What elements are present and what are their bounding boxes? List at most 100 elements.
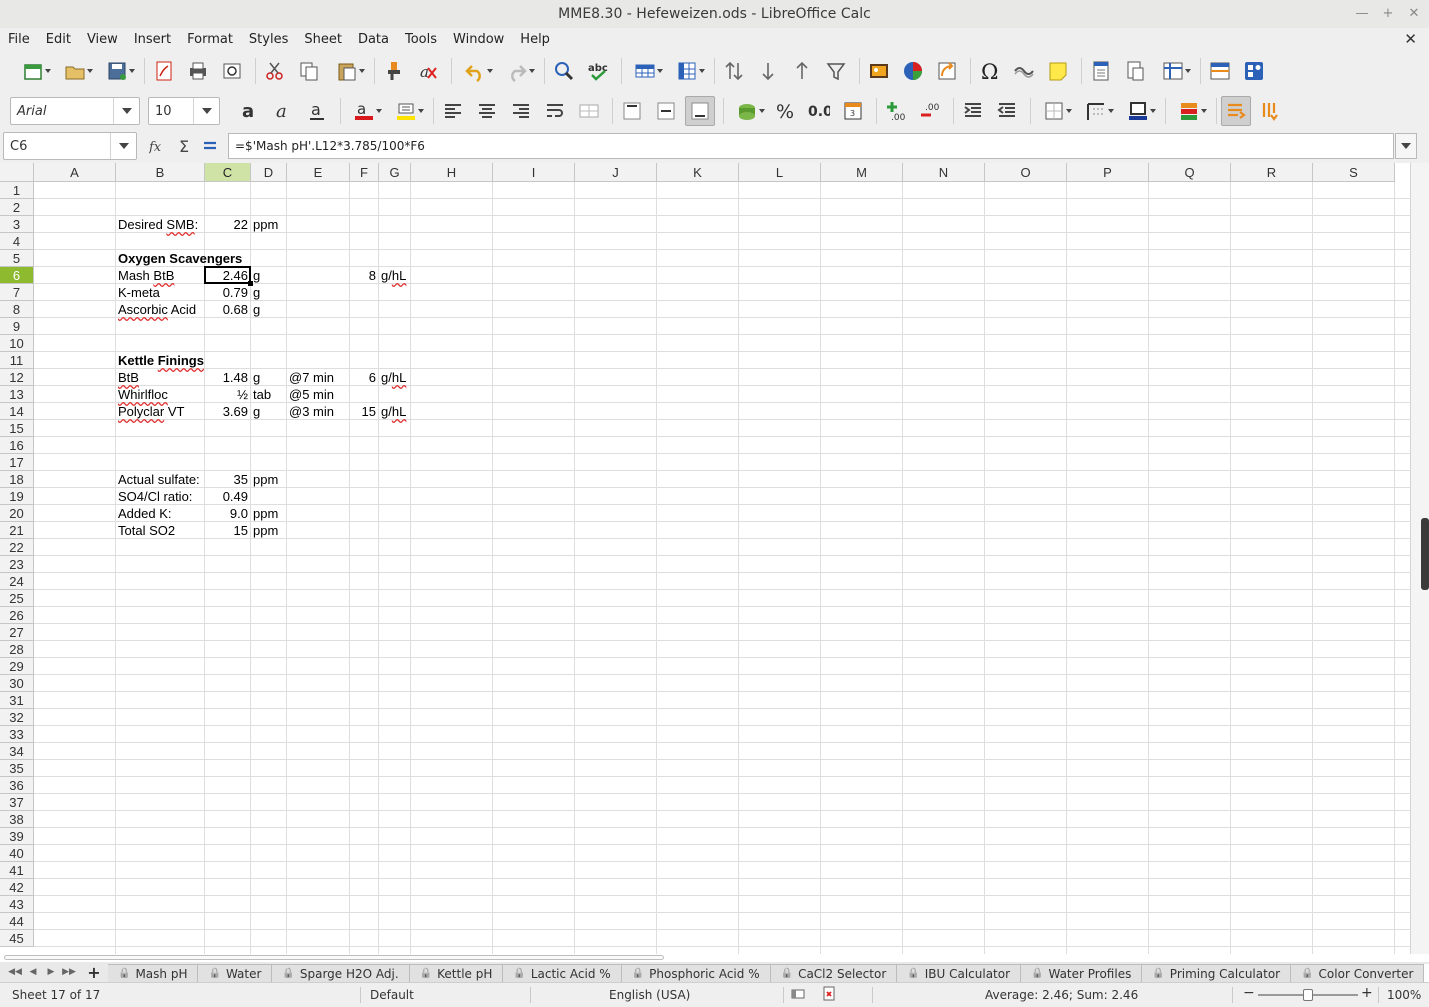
row-header-31[interactable]: 31 [0,692,34,709]
sheet-tab-water[interactable]: 🔒 Water [198,964,273,982]
menu-insert[interactable]: Insert [126,32,179,47]
cell-f12[interactable]: 6 [350,369,378,386]
cell-c13[interactable]: ½ [205,386,250,403]
column-icon[interactable] [668,56,706,86]
column-header-r[interactable]: R [1231,163,1313,182]
cell-c21[interactable]: 15 [205,522,250,539]
row-header-38[interactable]: 38 [0,811,34,828]
open-folder-icon[interactable] [56,56,94,86]
merge-cells-icon[interactable] [574,96,604,126]
menu-edit[interactable]: Edit [38,32,79,47]
cell-c18[interactable]: 35 [205,471,250,488]
column-header-b[interactable]: B [116,163,205,182]
sheet-tab-color-converter[interactable]: 🔒 Color Converter [1291,964,1425,982]
column-header-i[interactable]: I [493,163,575,182]
date-format-icon[interactable]: 3 [838,96,868,126]
column-header-e[interactable]: E [287,163,350,182]
column-header-c[interactable]: C [205,163,251,182]
print-preview-icon[interactable] [217,56,247,86]
row-header-37[interactable]: 37 [0,794,34,811]
highlight-color-icon[interactable] [387,96,425,126]
sheet-tab-cacl2-selector[interactable]: 🔒 CaCl2 Selector [770,964,898,982]
sheet-tab-lob[interactable]: LOB [1424,964,1429,982]
clone-formatting-icon[interactable] [379,56,409,86]
row-header-2[interactable]: 2 [0,199,34,216]
cell-d8[interactable]: g [251,301,551,318]
maximize-icon[interactable]: + [1379,4,1397,22]
find-replace-icon[interactable] [549,56,579,86]
column-header-q[interactable]: Q [1149,163,1231,182]
currency-format-icon[interactable] [728,96,766,126]
row-header-6[interactable]: 6 [0,267,34,284]
formula-equals-icon[interactable] [200,136,220,156]
insert-chart-icon[interactable] [898,56,928,86]
row-header-40[interactable]: 40 [0,845,34,862]
decrease-indent-icon[interactable] [992,96,1022,126]
sort-icon[interactable] [719,56,749,86]
paste-icon[interactable] [328,56,366,86]
row-header-21[interactable]: 21 [0,522,34,539]
chevron-down-icon[interactable] [110,133,136,159]
expand-formula-bar-icon[interactable] [1395,133,1417,159]
cell-c19[interactable]: 0.49 [205,488,250,505]
freeze-rows-columns-icon[interactable] [1154,56,1192,86]
row-header-18[interactable]: 18 [0,471,34,488]
align-left-icon[interactable] [438,96,468,126]
cell-d3[interactable]: ppm [251,216,551,233]
row-header-36[interactable]: 36 [0,777,34,794]
zoom-slider-knob[interactable] [1303,989,1313,1001]
close-icon[interactable]: ✕ [1405,4,1423,22]
minimize-icon[interactable]: — [1353,4,1371,22]
row-header-24[interactable]: 24 [0,573,34,590]
text-direction-ttb-icon[interactable] [1255,96,1285,126]
cell-c14[interactable]: 3.69 [205,403,250,420]
cell-d20[interactable]: ppm [251,505,551,522]
cell-g12[interactable]: g/hL [379,369,679,386]
row-header-4[interactable]: 4 [0,233,34,250]
row-header-8[interactable]: 8 [0,301,34,318]
row-header-41[interactable]: 41 [0,862,34,879]
redo-icon[interactable] [498,56,536,86]
column-header-f[interactable]: F [350,163,379,182]
delete-decimal-place-icon[interactable]: .00 [915,96,945,126]
zoom-slider[interactable] [1258,989,1358,1001]
column-header-h[interactable]: H [411,163,493,182]
next-sheet-icon[interactable]: ▶ [44,967,58,977]
borders-icon[interactable] [1035,96,1073,126]
spelling-icon[interactable]: abc [583,56,613,86]
zoom-out-icon[interactable]: − [1243,985,1255,1001]
menu-file[interactable]: File [0,32,38,47]
sum-icon[interactable]: Σ [174,136,194,156]
center-vertically-icon[interactable] [651,96,681,126]
column-header-p[interactable]: P [1067,163,1149,182]
sort-ascending-icon[interactable] [753,56,783,86]
cell-f14[interactable]: 15 [350,403,378,420]
column-header-o[interactable]: O [985,163,1067,182]
row-header-29[interactable]: 29 [0,658,34,675]
row-header-39[interactable]: 39 [0,828,34,845]
row-header-28[interactable]: 28 [0,641,34,658]
cell-c7[interactable]: 0.79 [205,284,250,301]
align-bottom-icon[interactable] [685,96,715,126]
show-draw-functions-icon[interactable] [1239,56,1269,86]
chevron-down-icon[interactable] [193,98,219,124]
name-box[interactable]: C6 [3,132,137,160]
chevron-down-icon[interactable] [113,98,139,124]
percent-format-icon[interactable]: % [770,96,800,126]
column-header-n[interactable]: N [903,163,985,182]
column-header-a[interactable]: A [34,163,116,182]
cell-c3[interactable]: 22 [205,216,250,233]
print-icon[interactable] [183,56,213,86]
row-header-3[interactable]: 3 [0,216,34,233]
row-header-5[interactable]: 5 [0,250,34,267]
save-icon[interactable] [98,56,136,86]
row-header-35[interactable]: 35 [0,760,34,777]
cell-area[interactable]: Desired SMB: 22 ppm Oxygen Scavengers Mash B… [34,182,1410,954]
page-style[interactable]: Default [370,988,414,1002]
document-modified-icon[interactable] [822,986,836,1005]
row-header-19[interactable]: 19 [0,488,34,505]
selection-mode-icon[interactable] [791,987,805,1004]
vertical-scrollbar[interactable] [1410,163,1429,954]
font-color-icon[interactable]: a [345,96,383,126]
clear-formatting-icon[interactable]: a [413,56,443,86]
